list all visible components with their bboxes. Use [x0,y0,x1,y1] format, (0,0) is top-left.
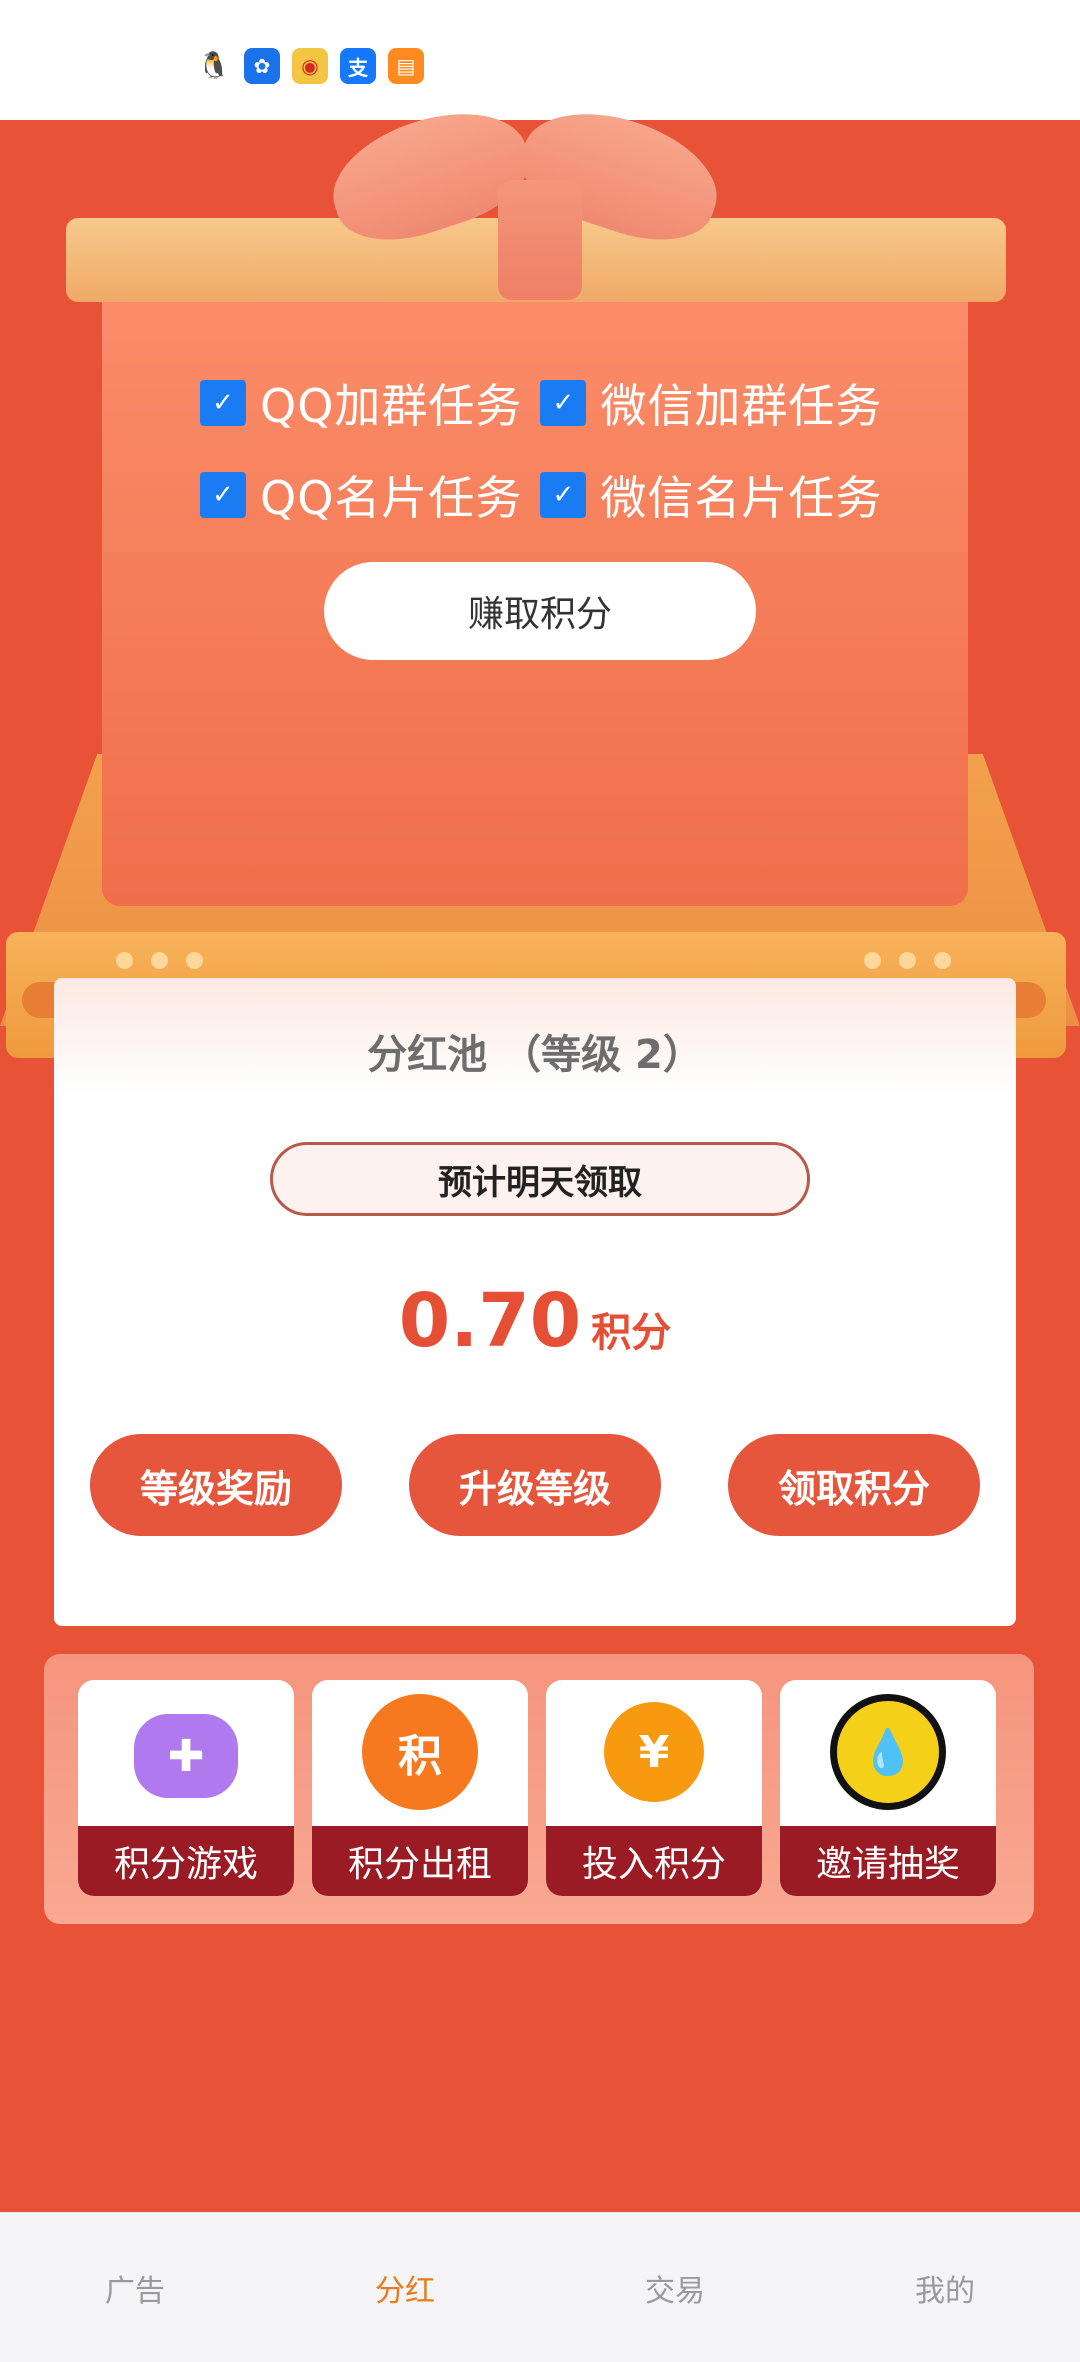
pool-amount-unit: 积分 [591,1310,672,1356]
task-qq-group[interactable]: ✓ QQ加群任务 [200,370,522,436]
claim-points-button[interactable]: 领取积分 [728,1434,980,1536]
pool-actions: 等级奖励 升级等级 领取积分 [90,1434,980,1536]
task-wechat-group[interactable]: ✓ 微信加群任务 [540,370,882,436]
earn-points-button[interactable]: 赚取积分 [324,562,756,660]
checkbox-checked-icon[interactable]: ✓ [540,380,587,426]
feature-points-game[interactable]: ✚ 积分游戏 [78,1680,294,1896]
feature-invest-points[interactable]: ¥ 投入积分 [546,1680,762,1896]
feature-invite-lottery[interactable]: 💧 邀请抽奖 [780,1680,996,1896]
nav-tab-me[interactable]: 我的 [810,2213,1080,2362]
pool-amount-value: 0.70 [398,1278,582,1364]
gift-box-hero: ✓ QQ加群任务 ✓ 微信加群任务 ✓ QQ名片任务 ✓ 微信名片任务 赚取积分 [0,91,1080,1026]
checkbox-checked-icon[interactable]: ✓ [540,472,587,518]
task-label: 微信加群任务 [600,379,883,433]
feature-points-rent[interactable]: 积 积分出租 [312,1680,528,1896]
checkbox-checked-icon[interactable]: ✓ [200,380,246,426]
rail-dots-left [116,952,203,969]
points-hand-icon: 积 [362,1694,478,1810]
level-rewards-button[interactable]: 等级奖励 [90,1434,342,1536]
feature-label: 投入积分 [546,1826,762,1896]
pinwheel-app-icon: ✿ [244,48,280,84]
lottery-drop-icon: 💧 [830,1694,946,1810]
dividend-pool-card: 分红池 （等级 2） 预计明天领取 0.70 积分 等级奖励 升级等级 领取积分 [54,978,1016,1626]
status-bar: 🐧 ✿ ◉ 支 ▤ [0,0,1080,120]
nav-tab-ads[interactable]: 广告 [0,2213,270,2362]
qq-icon: 🐧 [196,48,232,84]
book-app-icon: ▤ [388,48,424,84]
alipay-icon: 支 [340,48,376,84]
feature-label: 邀请抽奖 [780,1826,996,1896]
task-qq-card[interactable]: ✓ QQ名片任务 [200,462,522,528]
task-label: 微信名片任务 [600,471,883,525]
task-label: QQ加群任务 [260,379,523,433]
weibo-icon: ◉ [292,48,328,84]
task-label: QQ名片任务 [260,471,523,525]
task-wechat-card[interactable]: ✓ 微信名片任务 [540,462,882,528]
bottom-nav: 广告 分红 交易 我的 [0,2212,1080,2362]
rail-dots-right [864,952,951,969]
nav-tab-dividend[interactable]: 分红 [270,2213,540,2362]
checkbox-checked-icon[interactable]: ✓ [200,472,246,518]
yen-shield-hand-icon: ¥ [604,1702,704,1802]
pool-title: 分红池 （等级 2） [367,1032,703,1078]
upgrade-level-button[interactable]: 升级等级 [409,1434,661,1536]
feature-panel: ✚ 积分游戏 积 积分出租 ¥ 投入积分 💧 邀请抽奖 [44,1654,1034,1924]
task-row: ✓ QQ名片任务 ✓ 微信名片任务 [200,462,920,528]
feature-label: 积分游戏 [78,1826,294,1896]
claim-tomorrow-badge: 预计明天领取 [270,1142,810,1216]
ribbon-knot [498,180,582,300]
feature-tiles: ✚ 积分游戏 积 积分出租 ¥ 投入积分 💧 邀请抽奖 [78,1680,996,1896]
task-row: ✓ QQ加群任务 ✓ 微信加群任务 [200,370,920,436]
notification-icons: 🐧 ✿ ◉ 支 ▤ [196,48,424,84]
gamepad-icon: ✚ [134,1714,238,1798]
nav-tab-trade[interactable]: 交易 [540,2213,810,2362]
pool-amount: 0.70 积分 [54,1278,1016,1364]
feature-label: 积分出租 [312,1826,528,1896]
task-checklist: ✓ QQ加群任务 ✓ 微信加群任务 ✓ QQ名片任务 ✓ 微信名片任务 [200,370,920,554]
